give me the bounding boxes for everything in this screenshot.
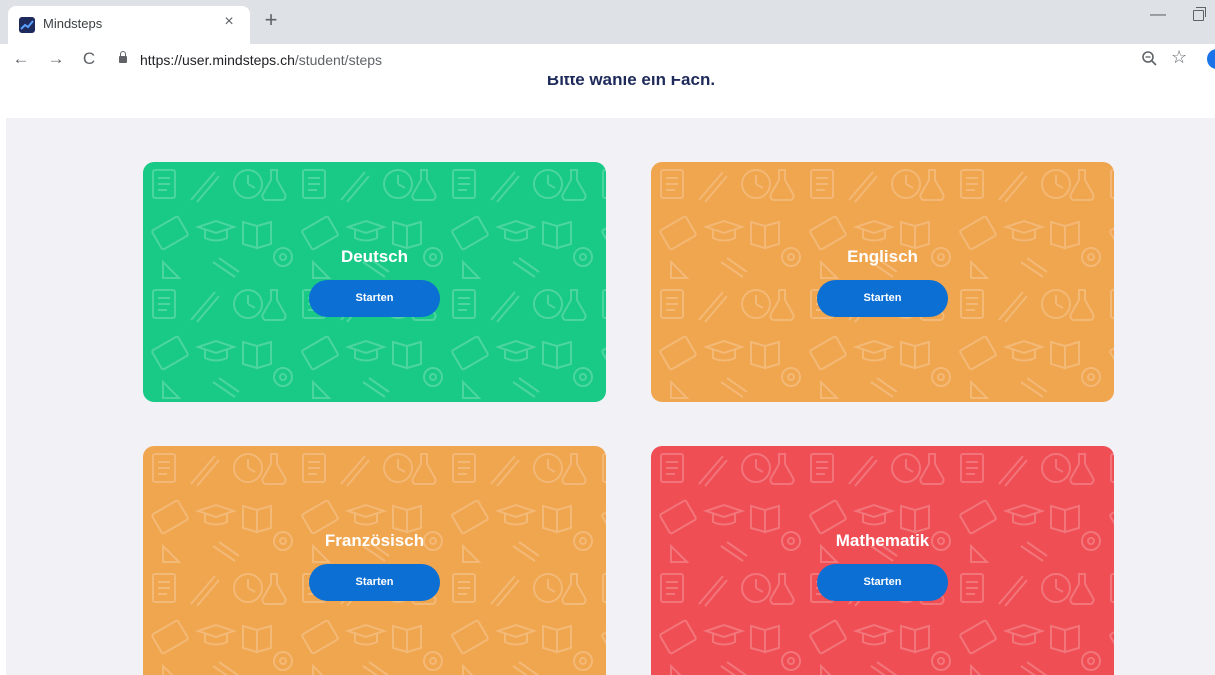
back-arrow-icon[interactable]: ←	[9, 47, 33, 71]
subject-card-englisch[interactable]: Englisch Starten	[651, 162, 1114, 402]
page-header: Bitte wähle ein Fach.	[0, 76, 1215, 118]
subject-selection-area: Deutsch Starten Englisch Starten Französ…	[6, 118, 1215, 675]
subject-card-franzoesisch[interactable]: Französisch Starten	[143, 446, 606, 675]
reload-icon[interactable]: C	[77, 47, 101, 71]
card-doodle-pattern	[651, 446, 1114, 675]
start-button-mathematik[interactable]: Starten	[817, 564, 948, 601]
restore-window-icon[interactable]	[1193, 7, 1206, 21]
subject-title: Deutsch	[340, 247, 409, 266]
subject-card-mathematik[interactable]: Mathematik Starten	[651, 446, 1114, 675]
tab-title: Mindsteps	[43, 16, 103, 31]
mindsteps-favicon-icon	[19, 17, 35, 33]
profile-avatar[interactable]	[1207, 49, 1215, 69]
browser-tab[interactable]: Mindsteps ×	[8, 6, 250, 44]
start-button-englisch[interactable]: Starten	[817, 280, 948, 317]
url-text[interactable]: https://user.mindsteps.ch/student/steps	[140, 52, 382, 68]
subject-title: Englisch	[847, 247, 918, 266]
forward-arrow-icon[interactable]: →	[44, 47, 68, 71]
zoom-icon[interactable]	[1140, 49, 1160, 69]
tab-close-icon[interactable]: ×	[220, 13, 238, 31]
subject-card-deutsch[interactable]: Deutsch Starten	[143, 162, 606, 402]
browser-tab-bar: Mindsteps × + —	[0, 0, 1215, 44]
address-bar[interactable]: https://user.mindsteps.ch/student/steps	[112, 44, 1198, 76]
start-button-deutsch[interactable]: Starten	[309, 280, 440, 317]
minimize-button[interactable]: —	[1150, 6, 1166, 24]
subject-title: Französisch	[324, 531, 425, 550]
subject-title: Mathematik	[835, 531, 930, 550]
start-button-franzoesisch[interactable]: Starten	[309, 564, 440, 601]
page-title: Bitte wähle ein Fach.	[546, 76, 716, 89]
bookmark-star-icon[interactable]: ☆	[1171, 47, 1187, 68]
new-tab-button[interactable]: +	[258, 8, 284, 34]
card-doodle-pattern	[143, 446, 606, 675]
browser-toolbar: ← → C https://user.mindsteps.ch/student/…	[0, 44, 1215, 76]
lock-icon[interactable]	[119, 51, 127, 63]
